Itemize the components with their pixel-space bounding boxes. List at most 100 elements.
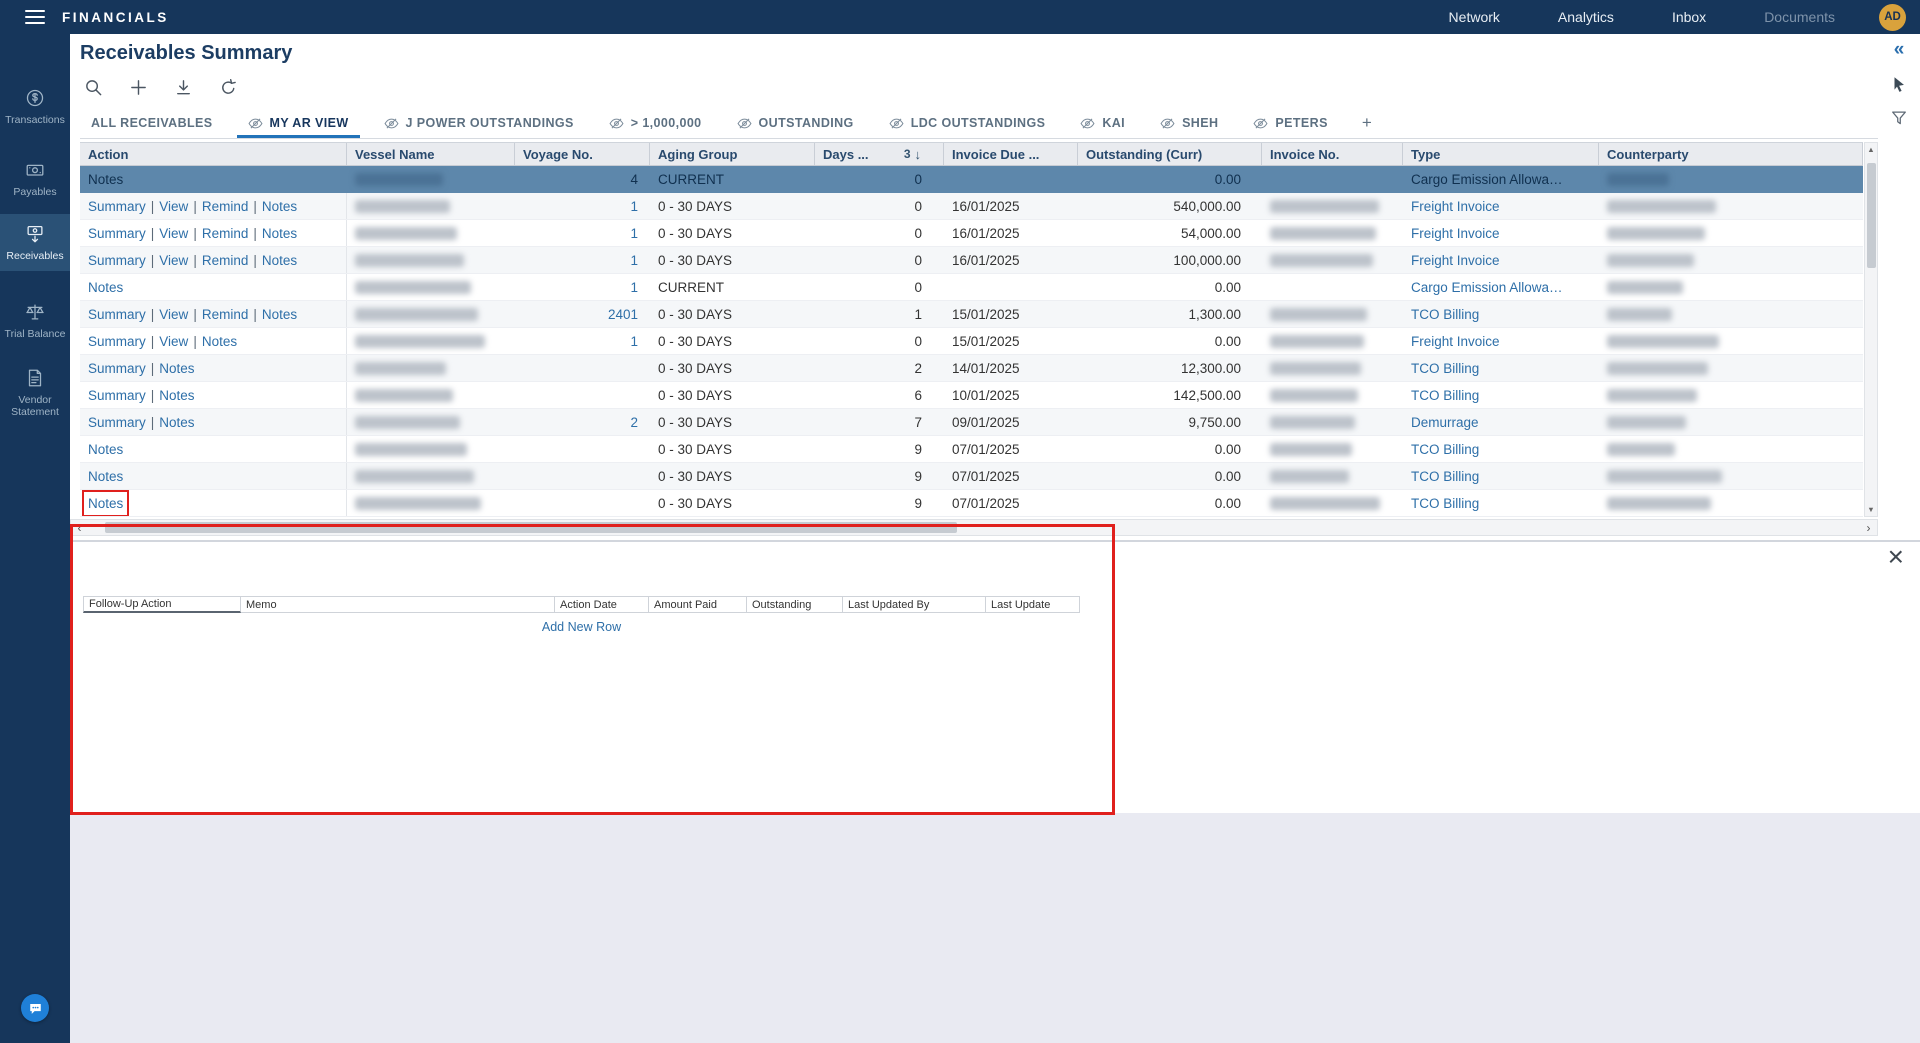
voyage-link[interactable]: 2 bbox=[630, 415, 638, 430]
action-link-notes[interactable]: Notes bbox=[88, 280, 123, 295]
action-link-notes[interactable]: Notes bbox=[88, 496, 123, 511]
table-row[interactable]: Notes1CURRENT00.00Cargo Emission Allowa… bbox=[80, 274, 1863, 301]
voyage-link[interactable]: 1 bbox=[630, 226, 638, 241]
invoice-type-link[interactable]: TCO Billing bbox=[1411, 361, 1479, 376]
column-header-vessel-name[interactable]: Vessel Name bbox=[347, 143, 515, 165]
avatar[interactable]: AD bbox=[1879, 4, 1906, 31]
pointer-icon[interactable] bbox=[1890, 75, 1908, 93]
topnav-inbox[interactable]: Inbox bbox=[1672, 9, 1706, 25]
download-icon[interactable] bbox=[174, 78, 193, 97]
column-header-action[interactable]: Action bbox=[80, 143, 347, 165]
action-link-view[interactable]: View bbox=[159, 253, 188, 268]
invoice-type-link[interactable]: Freight Invoice bbox=[1411, 226, 1500, 241]
action-link-notes[interactable]: Notes bbox=[262, 199, 297, 214]
topnav-analytics[interactable]: Analytics bbox=[1558, 9, 1614, 25]
close-icon[interactable]: × bbox=[1888, 542, 1904, 573]
invoice-type-link[interactable]: TCO Billing bbox=[1411, 388, 1479, 403]
action-link-remind[interactable]: Remind bbox=[202, 199, 249, 214]
invoice-type-link[interactable]: TCO Billing bbox=[1411, 469, 1479, 484]
action-link-summary[interactable]: Summary bbox=[88, 307, 146, 322]
tab-outstanding[interactable]: OUTSTANDING bbox=[726, 108, 865, 138]
action-link-remind[interactable]: Remind bbox=[202, 226, 249, 241]
table-row[interactable]: Notes0 - 30 DAYS907/01/20250.00TCO Billi… bbox=[80, 490, 1863, 517]
invoice-type-link[interactable]: TCO Billing bbox=[1411, 496, 1479, 511]
action-link-summary[interactable]: Summary bbox=[88, 388, 146, 403]
action-link-remind[interactable]: Remind bbox=[202, 307, 249, 322]
column-header-outstanding-curr[interactable]: Outstanding (Curr) bbox=[1078, 143, 1262, 165]
table-row[interactable]: Summary|Notes0 - 30 DAYS214/01/202512,30… bbox=[80, 355, 1863, 382]
voyage-link[interactable]: 1 bbox=[630, 199, 638, 214]
table-row[interactable]: Notes4CURRENT00.00Cargo Emission Allowa… bbox=[80, 166, 1863, 193]
topnav-network[interactable]: Network bbox=[1449, 9, 1500, 25]
table-row[interactable]: Summary|View|Remind|Notes10 - 30 DAYS016… bbox=[80, 247, 1863, 274]
action-link-view[interactable]: View bbox=[159, 226, 188, 241]
add-new-row-link[interactable]: Add New Row bbox=[83, 620, 1080, 634]
action-link-notes[interactable]: Notes bbox=[88, 442, 123, 457]
sidebar-item-payables[interactable]: Payables bbox=[0, 150, 70, 207]
action-link-summary[interactable]: Summary bbox=[88, 226, 146, 241]
add-view-tab-button[interactable]: + bbox=[1352, 108, 1382, 138]
table-row[interactable]: Summary|Notes0 - 30 DAYS610/01/2025142,5… bbox=[80, 382, 1863, 409]
table-row[interactable]: Summary|View|Notes10 - 30 DAYS015/01/202… bbox=[80, 328, 1863, 355]
action-link-summary[interactable]: Summary bbox=[88, 334, 146, 349]
invoice-type-link[interactable]: Freight Invoice bbox=[1411, 199, 1500, 214]
tab-all-receivables[interactable]: ALL RECEIVABLES bbox=[80, 108, 224, 138]
action-link-notes[interactable]: Notes bbox=[262, 307, 297, 322]
horizontal-scrollbar[interactable]: ‹ › bbox=[70, 519, 1878, 536]
action-link-summary[interactable]: Summary bbox=[88, 253, 146, 268]
invoice-type-link[interactable]: Cargo Emission Allowa… bbox=[1411, 280, 1563, 295]
sidebar-item-receivables[interactable]: Receivables bbox=[0, 214, 70, 271]
action-link-summary[interactable]: Summary bbox=[88, 415, 146, 430]
voyage-link[interactable]: 1 bbox=[630, 253, 638, 268]
notes-column-header-last-updated-by[interactable]: Last Updated By bbox=[843, 596, 986, 613]
invoice-type-link[interactable]: Cargo Emission Allowa… bbox=[1411, 172, 1563, 187]
sidebar-item-vendor-statement[interactable]: Vendor Statement bbox=[0, 358, 70, 427]
reset-icon[interactable] bbox=[219, 78, 238, 97]
table-row[interactable]: Notes0 - 30 DAYS907/01/20250.00TCO Billi… bbox=[80, 463, 1863, 490]
tab-kai[interactable]: KAI bbox=[1069, 108, 1136, 138]
invoice-type-link[interactable]: TCO Billing bbox=[1411, 442, 1479, 457]
action-link-notes[interactable]: Notes bbox=[159, 388, 194, 403]
table-row[interactable]: Notes0 - 30 DAYS907/01/20250.00TCO Billi… bbox=[80, 436, 1863, 463]
scroll-up-icon[interactable]: ▲ bbox=[1867, 143, 1874, 156]
horizontal-scroll-thumb[interactable] bbox=[105, 522, 957, 533]
action-link-notes[interactable]: Notes bbox=[262, 253, 297, 268]
tab-my-ar-view[interactable]: MY AR VIEW bbox=[237, 108, 360, 138]
voyage-link[interactable]: 2401 bbox=[608, 307, 638, 322]
notes-column-header-outstanding[interactable]: Outstanding bbox=[747, 596, 843, 613]
action-link-view[interactable]: View bbox=[159, 199, 188, 214]
notes-column-header-memo[interactable]: Memo bbox=[241, 596, 555, 613]
notes-column-header-action-date[interactable]: Action Date bbox=[555, 596, 649, 613]
column-header-voyage-no[interactable]: Voyage No. bbox=[515, 143, 650, 165]
scroll-down-icon[interactable]: ▼ bbox=[1867, 503, 1874, 516]
chat-bubble-button[interactable] bbox=[21, 994, 49, 1022]
invoice-type-link[interactable]: Freight Invoice bbox=[1411, 253, 1500, 268]
action-link-summary[interactable]: Summary bbox=[88, 199, 146, 214]
filter-icon[interactable] bbox=[1890, 109, 1908, 127]
column-header-days[interactable]: Days ...3↓ bbox=[815, 143, 944, 165]
tab-ldc-outstandings[interactable]: LDC OUTSTANDINGS bbox=[878, 108, 1057, 138]
scroll-left-icon[interactable]: ‹ bbox=[71, 520, 88, 535]
menu-icon[interactable] bbox=[25, 10, 45, 24]
column-header-invoice-no[interactable]: Invoice No. bbox=[1262, 143, 1403, 165]
invoice-type-link[interactable]: Demurrage bbox=[1411, 415, 1479, 430]
scroll-right-icon[interactable]: › bbox=[1860, 520, 1877, 535]
sidebar-item-transactions[interactable]: Transactions bbox=[0, 78, 70, 135]
invoice-type-link[interactable]: TCO Billing bbox=[1411, 307, 1479, 322]
action-link-notes[interactable]: Notes bbox=[159, 415, 194, 430]
voyage-link[interactable]: 1 bbox=[630, 334, 638, 349]
action-link-notes[interactable]: Notes bbox=[262, 226, 297, 241]
voyage-link[interactable]: 4 bbox=[630, 172, 638, 187]
add-icon[interactable] bbox=[129, 78, 148, 97]
column-header-aging-group[interactable]: Aging Group bbox=[650, 143, 815, 165]
notes-column-header-amount-paid[interactable]: Amount Paid bbox=[649, 596, 747, 613]
horizontal-scroll-track[interactable] bbox=[88, 520, 1860, 535]
tab-peters[interactable]: PETERS bbox=[1242, 108, 1338, 138]
action-link-view[interactable]: View bbox=[159, 334, 188, 349]
topnav-documents[interactable]: Documents bbox=[1764, 9, 1835, 25]
voyage-link[interactable]: 1 bbox=[630, 280, 638, 295]
table-row[interactable]: Summary|Notes20 - 30 DAYS709/01/20259,75… bbox=[80, 409, 1863, 436]
notes-column-header-follow-up-action[interactable]: Follow-Up Action bbox=[83, 596, 241, 613]
action-link-view[interactable]: View bbox=[159, 307, 188, 322]
collapse-panel-icon[interactable]: « bbox=[1894, 40, 1905, 59]
